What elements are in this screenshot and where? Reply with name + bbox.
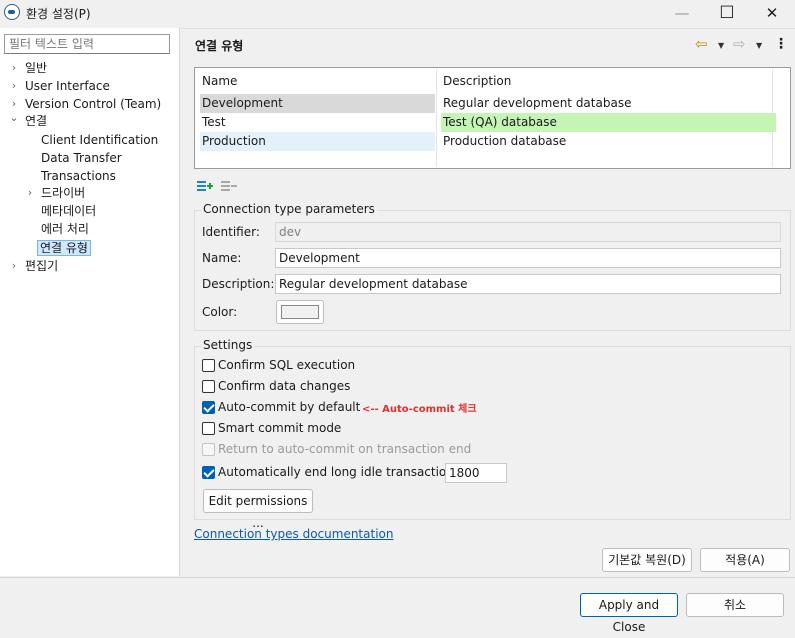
chevron-right-icon[interactable]: › [24,184,36,202]
maximize-icon: ☐ [719,3,735,23]
tree-item-error-handling[interactable]: 에러 처리 [41,220,89,238]
smart-commit-checkbox[interactable] [202,422,215,435]
column-header-description[interactable]: Description [443,74,511,88]
cell-name: Test [202,115,226,129]
cell-name: Development [200,94,435,113]
window-title: 환경 설정(P) [26,7,91,21]
tree-item-label: 연결 유형 [37,240,91,256]
connection-types-documentation-link[interactable]: Connection types documentation [194,527,393,541]
divider [0,577,795,578]
tree-item-client-identification[interactable]: Client Identification [41,131,158,149]
close-icon: ✕ [765,4,779,22]
app-logo-icon [4,4,20,20]
column-header-name[interactable]: Name [202,74,237,88]
name-field[interactable]: Development [275,248,781,268]
cell-description: Test (QA) database [441,113,776,132]
identifier-label: Identifier: [202,225,260,239]
table-row[interactable]: Production Production database [200,132,772,151]
annotation-note: <-- Auto-commit 체크 [362,404,477,415]
tree-item-label: 일반 [25,61,48,75]
table-row[interactable]: Development Regular development database [200,94,772,113]
confirm-data-changes-checkbox[interactable] [202,380,215,393]
return-auto-commit-checkbox [202,443,215,456]
return-auto-commit-label: Return to auto-commit on transaction end [218,442,472,456]
close-button[interactable]: ✕ [749,0,795,26]
auto-commit-label[interactable]: Auto-commit by default [218,400,360,414]
add-row-icon[interactable] [196,178,214,194]
back-dropdown-icon[interactable]: ▼ [718,41,724,50]
tree-item-label: User Interface [25,79,110,93]
confirm-sql-checkbox[interactable] [202,359,215,372]
cell-description: Production database [443,134,567,148]
tree-item-label: 드라이버 [41,186,86,200]
confirm-sql-label[interactable]: Confirm SQL execution [218,358,355,372]
name-label: Name: [202,251,242,265]
color-label: Color: [202,305,238,319]
tree-item-metadata[interactable]: 메타데이터 [41,202,96,220]
tree-item-label: 편집기 [25,259,59,273]
end-idle-transactions-checkbox[interactable] [202,466,215,479]
color-swatch [281,305,319,319]
smart-commit-label[interactable]: Smart commit mode [218,421,341,435]
connection-types-table: Name Description Development Regular dev… [194,67,791,169]
cancel-button[interactable]: 취소 [686,593,784,617]
idle-timeout-field[interactable]: 1800 [445,463,507,483]
maximize-button[interactable]: ☐ [704,0,750,26]
apply-button[interactable]: 적용(A) [700,548,790,572]
tree-item-label: Version Control (Team) [25,97,162,111]
confirm-data-changes-label[interactable]: Confirm data changes [218,379,350,393]
tree-item-label: 메타데이터 [41,204,97,218]
view-menu-icon[interactable]: ⋮ [774,36,788,52]
back-arrow-icon[interactable]: ⇦ [695,35,708,53]
minimize-button[interactable]: — [659,0,705,26]
group-title: Connection type parameters [201,202,377,216]
tree-item-label: 에러 처리 [41,222,89,236]
chevron-right-icon[interactable]: › [8,257,20,275]
filter-input[interactable] [4,34,170,54]
apply-and-close-button[interactable]: Apply and Close [580,593,678,634]
tree-item-data-transfer[interactable]: Data Transfer [41,149,122,167]
edit-permissions-button[interactable]: Edit permissions ... [203,489,313,530]
tree-item-label: Client Identification [41,133,159,147]
tree-item-connection-types[interactable]: 연결 유형 [37,239,91,257]
tree-item-transactions[interactable]: Transactions [41,167,116,185]
auto-commit-checkbox[interactable] [202,401,215,414]
cell-description: Regular development database [443,96,632,110]
forward-dropdown-icon[interactable]: ▼ [756,41,762,50]
identifier-field: dev [275,222,781,242]
minimize-icon: — [674,4,690,22]
color-picker-button[interactable] [276,300,324,324]
tree-item-label: Data Transfer [41,151,122,165]
chevron-down-icon[interactable]: ⌄ [8,109,20,127]
tree-item-label: 연결 [25,114,48,128]
restore-defaults-button[interactable]: 기본값 복원(D) [602,548,692,572]
forward-arrow-icon[interactable]: ⇨ [733,35,746,53]
chevron-right-icon[interactable]: › [8,77,20,95]
remove-row-icon[interactable] [220,178,238,194]
group-title: Settings [201,338,255,352]
end-idle-transactions-label[interactable]: Automatically end long idle transactions [218,465,460,479]
description-label: Description: [202,277,275,291]
chevron-right-icon[interactable]: › [8,59,20,77]
tree-item-label: Transactions [41,169,116,183]
description-field[interactable]: Regular development database [275,274,781,294]
cell-name: Production [200,132,435,151]
table-row[interactable]: Test Test (QA) database [200,113,776,132]
page-title: 연결 유형 [195,39,244,53]
divider [181,28,795,29]
